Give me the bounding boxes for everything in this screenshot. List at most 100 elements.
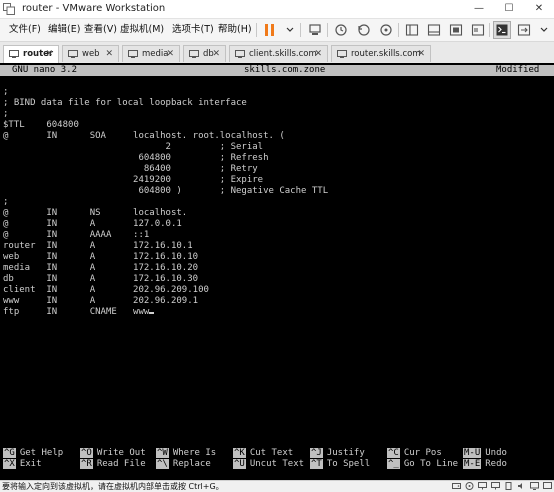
sound-card-icon[interactable]: [517, 482, 526, 490]
window-titlebar: router - VMware Workstation — ☐ ✕: [0, 0, 554, 19]
message-log-icon[interactable]: [543, 482, 552, 490]
vm-icon: [128, 50, 138, 58]
editor-line: ;: [3, 87, 9, 97]
shortcut-write-out: ^O Write Out: [80, 448, 146, 458]
toolbar-separator: [256, 23, 257, 37]
tab-media[interactable]: media ✕: [122, 45, 180, 62]
tab-web[interactable]: web ✕: [62, 45, 119, 62]
console-view-icon[interactable]: [493, 21, 511, 39]
window-title: router - VMware Workstation: [22, 3, 166, 14]
vm-icon: [9, 50, 19, 58]
editor-line: ;: [3, 197, 9, 207]
tab-router[interactable]: router ✕: [3, 45, 59, 63]
tab-db[interactable]: db ✕: [183, 45, 226, 62]
stretch-guest-icon[interactable]: [515, 21, 533, 39]
editor-line: www IN A 202.96.209.1: [3, 296, 199, 306]
editor-line: $TTL 604800: [3, 120, 79, 130]
menu-edit[interactable]: 编辑(E): [48, 23, 80, 37]
pause-icon[interactable]: [261, 21, 279, 39]
unity-icon[interactable]: [469, 21, 487, 39]
shortcut-read-file: ^R Read File: [80, 459, 146, 469]
shortcut-go-to-line: ^_ Go To Line: [387, 459, 459, 469]
editor-line: @ IN AAAA ::1: [3, 230, 150, 240]
snapshot-manager-icon[interactable]: [377, 21, 395, 39]
shortcut-cut-text: ^K Cut Text: [233, 448, 294, 458]
editor-line: 2419200 ; Expire: [3, 175, 264, 185]
status-bar: 要将输入定向到该虚拟机，请在虚拟机内部单击或按 Ctrl+G。: [0, 480, 554, 492]
editor-line: client IN A 202.96.209.100: [3, 285, 209, 295]
editor-line: 2 ; Serial: [3, 142, 264, 152]
menu-file[interactable]: 文件(F): [9, 23, 41, 37]
tab-router-skills-com[interactable]: router.skills.com ✕: [331, 45, 431, 62]
close-button[interactable]: ✕: [524, 0, 554, 18]
editor-line: ;: [3, 109, 9, 119]
toolbar-separator: [398, 23, 399, 37]
tab-label: web: [82, 49, 100, 59]
shortcut-where-is: ^W Where Is: [156, 448, 217, 458]
menu-view[interactable]: 查看(V): [84, 23, 117, 37]
close-icon[interactable]: ✕: [45, 46, 53, 62]
close-icon[interactable]: ✕: [212, 46, 220, 62]
menu-vm[interactable]: 虚拟机(M): [120, 23, 164, 37]
maximize-button[interactable]: ☐: [494, 0, 524, 18]
editor-line: 604800 ) ; Negative Cache TTL: [3, 186, 329, 196]
tab-label: client.skills.com: [249, 49, 317, 59]
tab-label: router.skills.com: [351, 49, 421, 59]
toolbar-separator: [327, 23, 328, 37]
editor-line: web IN A 172.16.10.10: [3, 252, 199, 262]
shortcut-exit: ^X Exit: [3, 459, 42, 469]
shortcut-replace: ^\ Replace: [156, 459, 211, 469]
cd-dvd-icon[interactable]: [465, 482, 474, 490]
snapshot-icon[interactable]: [332, 21, 350, 39]
vm-icon: [189, 50, 199, 58]
vm-console[interactable]: GNU nano 3.2 skills.com.zone Modified ; …: [0, 63, 554, 480]
close-icon[interactable]: ✕: [105, 46, 113, 62]
revert-snapshot-icon[interactable]: [355, 21, 373, 39]
network-adapter-icon[interactable]: [491, 482, 500, 490]
editor-line: media IN A 172.16.10.20: [3, 263, 199, 273]
editor-line: ; BIND data file for local loopback inte…: [3, 98, 247, 108]
editor-line: db IN A 172.16.10.30: [3, 274, 199, 284]
chevron-down-icon[interactable]: [535, 21, 553, 39]
nano-filename: skills.com.zone: [244, 65, 326, 75]
network-adapter-icon[interactable]: [478, 482, 487, 490]
editor-line: 86400 ; Retry: [3, 164, 258, 174]
editor-line-text: ftp IN CNAME www: [3, 307, 150, 317]
vm-icon: [68, 50, 78, 58]
minimize-button[interactable]: —: [464, 0, 494, 18]
vm-icon: [235, 50, 245, 58]
display-icon[interactable]: [530, 482, 539, 490]
status-hint: 要将输入定向到该虚拟机，请在虚拟机内部单击或按 Ctrl+G。: [2, 482, 224, 491]
menu-help[interactable]: 帮助(H): [218, 23, 252, 37]
tab-client-skills-com[interactable]: client.skills.com ✕: [229, 45, 328, 62]
menu-tabs[interactable]: 选项卡(T): [172, 23, 214, 37]
editor-line: @ IN NS localhost.: [3, 208, 188, 218]
close-icon[interactable]: ✕: [166, 46, 174, 62]
shortcut-get-help: ^G Get Help: [3, 448, 64, 458]
menu-bar: 文件(F) 编辑(E) 查看(V) 虚拟机(M) 选项卡(T) 帮助(H): [0, 19, 554, 42]
send-ctrl-alt-del-icon[interactable]: [306, 21, 324, 39]
close-icon[interactable]: ✕: [314, 46, 322, 62]
vm-tab-strip: router ✕ web ✕ media ✕ db ✕ client.skill…: [0, 42, 554, 64]
nano-modified-status: Modified: [496, 65, 540, 75]
show-library-icon[interactable]: [403, 21, 421, 39]
toolbar-separator: [489, 23, 490, 37]
shortcut-cur-pos: ^C Cur Pos: [387, 448, 442, 458]
full-screen-icon[interactable]: [447, 21, 465, 39]
editor-line: @ IN A 127.0.0.1: [3, 219, 182, 229]
close-icon[interactable]: ✕: [417, 46, 425, 62]
vmware-app-icon: [3, 3, 15, 15]
shortcut-redo: M-E Redo: [463, 459, 507, 469]
shortcut-uncut-text: ^U Uncut Text: [233, 459, 305, 469]
usb-controller-icon[interactable]: [504, 482, 513, 490]
shortcut-to-spell: ^T To Spell: [310, 459, 371, 469]
editor-line-current: ftp IN CNAME www: [3, 307, 155, 318]
tab-label: media: [142, 49, 169, 59]
hard-disk-icon[interactable]: [452, 482, 461, 490]
thumbnail-bar-icon[interactable]: [425, 21, 443, 39]
nano-title-bar: GNU nano 3.2 skills.com.zone Modified: [0, 65, 554, 76]
editor-line: @ IN SOA localhost. root.localhost. (: [3, 131, 285, 141]
nano-version: GNU nano 3.2: [12, 65, 78, 75]
chevron-down-icon[interactable]: [281, 21, 299, 39]
vm-icon: [337, 50, 347, 58]
